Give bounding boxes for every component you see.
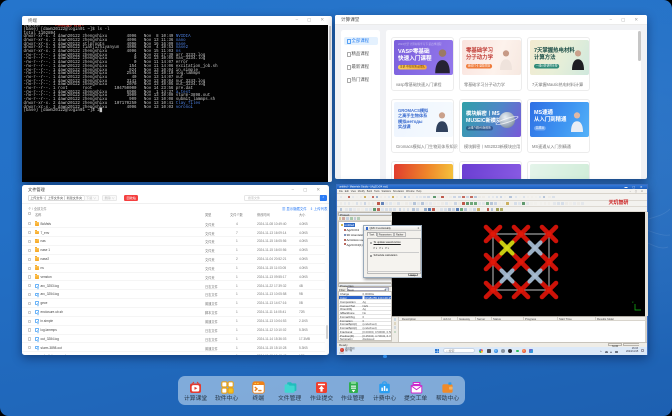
svg-text:c: c bbox=[632, 300, 634, 304]
